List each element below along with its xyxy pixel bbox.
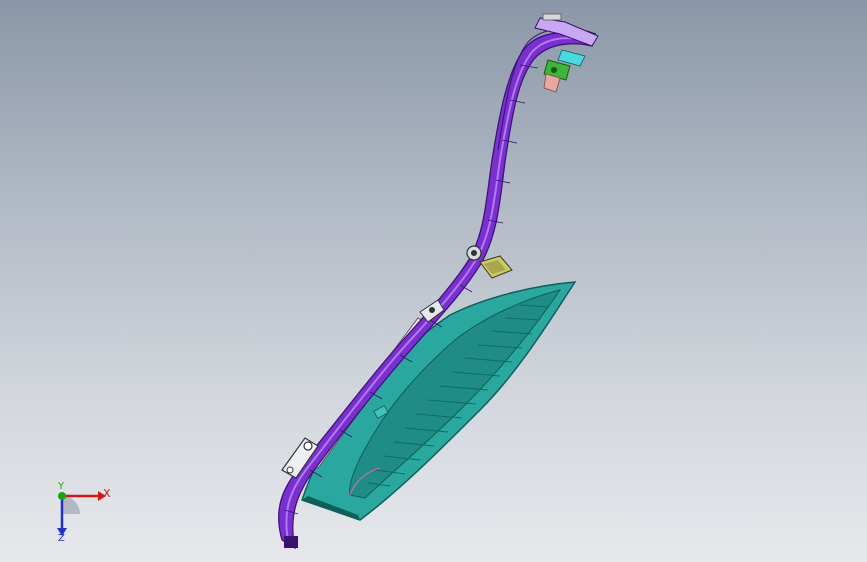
top-bracket[interactable] <box>534 13 599 93</box>
y-axis-label: Y <box>58 481 65 492</box>
coordinate-triad: X Y Z <box>40 478 120 548</box>
z-axis-label: Z <box>58 533 65 544</box>
rail-end-cap <box>284 536 298 548</box>
y-axis-dot <box>58 492 66 500</box>
cad-viewport[interactable]: X Y Z <box>0 0 867 562</box>
x-axis-label: X <box>103 487 111 500</box>
cad-model-view[interactable] <box>0 0 867 562</box>
